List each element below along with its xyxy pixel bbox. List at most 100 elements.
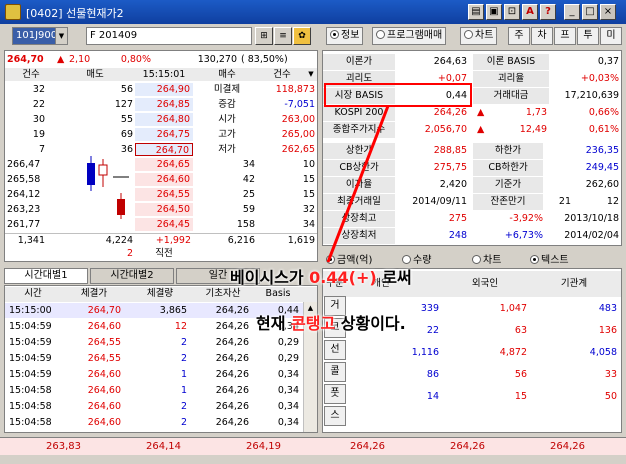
basis-cell: 0,34 (277, 417, 299, 428)
stat-value: 263,00 (281, 114, 315, 125)
name-field[interactable]: F 201409 (86, 27, 252, 45)
orderbook-sell-row: 22 127 264,85 증감 -7,051 (5, 98, 317, 111)
search-icon[interactable]: ⊞ (255, 27, 273, 45)
info-label: 하한가 (473, 143, 543, 159)
info-label: 거래대금 (473, 88, 549, 104)
radio-chart[interactable]: 차트 (472, 251, 501, 266)
buy-price[interactable]: 264,60 (135, 173, 193, 186)
buy-count: 15 (302, 174, 315, 185)
qty-cell: 2 (180, 337, 187, 348)
base-cell: 264,26 (215, 385, 249, 396)
sell-price[interactable]: 264,85 (135, 98, 193, 111)
tab-time2[interactable]: 시간대별2 (90, 268, 174, 284)
stat-value: 118,873 (275, 84, 315, 95)
price-cell: 264,60 (87, 385, 121, 396)
info-label: 기준가 (473, 177, 543, 193)
nav-investor[interactable]: 투 (577, 27, 599, 45)
table-row[interactable]: 15:04:58 264,60 2 264,26 0,34 (5, 415, 303, 430)
info-label: 이론가 (323, 54, 395, 70)
window-menu-icon[interactable]: ▤ (468, 4, 484, 20)
qty-cell: 2 (180, 353, 187, 364)
nav-program[interactable]: 프 (554, 27, 576, 45)
buy-qty: 34 (242, 159, 255, 170)
radio-icon (530, 255, 539, 264)
help-icon[interactable]: ? (540, 4, 556, 20)
bottom-value: 263,83 (46, 441, 81, 452)
sell-price[interactable]: 264,80 (135, 113, 193, 126)
foreign-value: 63 (514, 325, 527, 336)
annotation-arrow (326, 105, 390, 263)
title-bar: [0402] 선물현재가2 ▤ ▣ ⊡ A ? _ □ × (0, 0, 626, 24)
buy-price[interactable]: 264,55 (135, 188, 193, 201)
nav-open-interest[interactable]: 미 (600, 27, 622, 45)
orderbook-buy-row: 264,12 264,55 25 15 (5, 188, 317, 201)
table-row[interactable]: 15:04:58 264,60 1 264,26 0,34 (5, 383, 303, 398)
font-icon[interactable]: A (522, 4, 538, 20)
base-cell: 264,26 (215, 417, 249, 428)
buy-price[interactable]: 264,65 (135, 158, 193, 171)
pivot-value: 265,58 (7, 174, 41, 185)
minimize-button[interactable]: _ (564, 4, 580, 20)
orderbook-buy-row: 261,77 264,45 158 34 (5, 218, 317, 231)
col-qty: 체결량 (146, 288, 174, 299)
info-label: 이론 BASIS (473, 54, 549, 70)
close-button[interactable]: × (600, 4, 616, 20)
qty-cell: 2 (180, 401, 187, 412)
link-icon[interactable]: ▣ (486, 4, 502, 20)
buy-price[interactable]: 264,50 (135, 203, 193, 216)
orderbook-sell-row: 30 55 264,80 시가 263,00 (5, 113, 317, 126)
chevron-down-icon[interactable]: ▼ (305, 68, 317, 81)
info-value: 275 (448, 213, 467, 224)
sell-price[interactable]: 264,90 (135, 83, 193, 96)
toolbar: 101J9000 ▼ F 201409 ⊞ ≡ ✿ 정보 프로그램매매 차트 주 … (0, 24, 626, 48)
institution-value: 33 (604, 369, 617, 380)
category-button[interactable]: 풋 (324, 384, 346, 404)
info-value: 0,61% (588, 124, 619, 135)
total-sell-qty: 4,224 (105, 235, 133, 246)
basis-cell: 0,34 (277, 385, 299, 396)
orderbook-sell-row: 7 36 264,70 저가 262,65 (5, 143, 317, 156)
table-row[interactable]: 15:04:58 264,60 2 264,26 0,34 (5, 399, 303, 414)
header-time: 15:15:01 (142, 69, 186, 80)
info-value: 248 (448, 230, 467, 241)
lock-icon[interactable]: ⊡ (504, 4, 520, 20)
table-row[interactable]: 15:04:59 264,55 2 264,26 0,29 (5, 335, 303, 350)
bottom-bar: 263,83 264,14 264,19 264,26 264,26 264,2… (0, 437, 626, 455)
bottom-value: 264,26 (550, 441, 585, 452)
table-row[interactable]: 15:04:59 264,60 1 264,26 0,34 (5, 367, 303, 382)
sell-price[interactable]: 264,75 (135, 128, 193, 141)
gear-icon[interactable]: ✿ (293, 27, 311, 45)
pivot-value: 264,12 (7, 189, 41, 200)
nav-chart[interactable]: 차 (531, 27, 553, 45)
list-icon[interactable]: ≡ (274, 27, 292, 45)
foreign-value: 4,872 (499, 347, 527, 358)
annotation-line2: 현재 콘탱고 상황이다. (256, 314, 406, 333)
time-table: 시간 체결가 체결량 기초자산 Basis 15:15:00 264,70 3,… (4, 285, 318, 433)
category-button[interactable]: 선 (324, 340, 346, 360)
candle-chart (87, 156, 129, 219)
price-cell: 264,55 (87, 353, 121, 364)
basis-cell: 0,34 (277, 369, 299, 380)
price-cell: 264,70 (87, 305, 121, 316)
maximize-button[interactable]: □ (582, 4, 598, 20)
chevron-down-icon[interactable]: ▼ (55, 28, 67, 44)
sell-price[interactable]: 264,70 (135, 143, 193, 156)
base-cell: 264,26 (215, 337, 249, 348)
info-value: 2,056,70 (424, 124, 467, 135)
quote-row: 264,70 ▲ 2,10 0,80% 130,270 ( 83,50%) (5, 53, 317, 67)
basis-cell: 0,29 (277, 353, 299, 364)
category-button[interactable]: 콜 (324, 362, 346, 382)
category-button[interactable]: 스 (324, 406, 346, 426)
table-row[interactable]: 15:04:59 264,55 2 264,26 0,29 (5, 351, 303, 366)
tab-program[interactable]: 프로그램매매 (372, 27, 447, 45)
tab-info[interactable]: 정보 (326, 27, 364, 45)
tab-time1[interactable]: 시간대별1 (4, 268, 88, 284)
nav-stock[interactable]: 주 (508, 27, 530, 45)
pivot-value: 266,47 (7, 159, 41, 170)
radio-text[interactable]: 텍스트 (530, 251, 569, 266)
tab-chart[interactable]: 차트 (460, 27, 498, 45)
orderbook-header: 건수 매도 15:15:01 매수 건수 ▼ (5, 68, 317, 81)
institution-value: 50 (604, 391, 617, 402)
buy-price[interactable]: 264,45 (135, 218, 193, 231)
code-combo[interactable]: 101J9000 ▼ (12, 27, 68, 45)
